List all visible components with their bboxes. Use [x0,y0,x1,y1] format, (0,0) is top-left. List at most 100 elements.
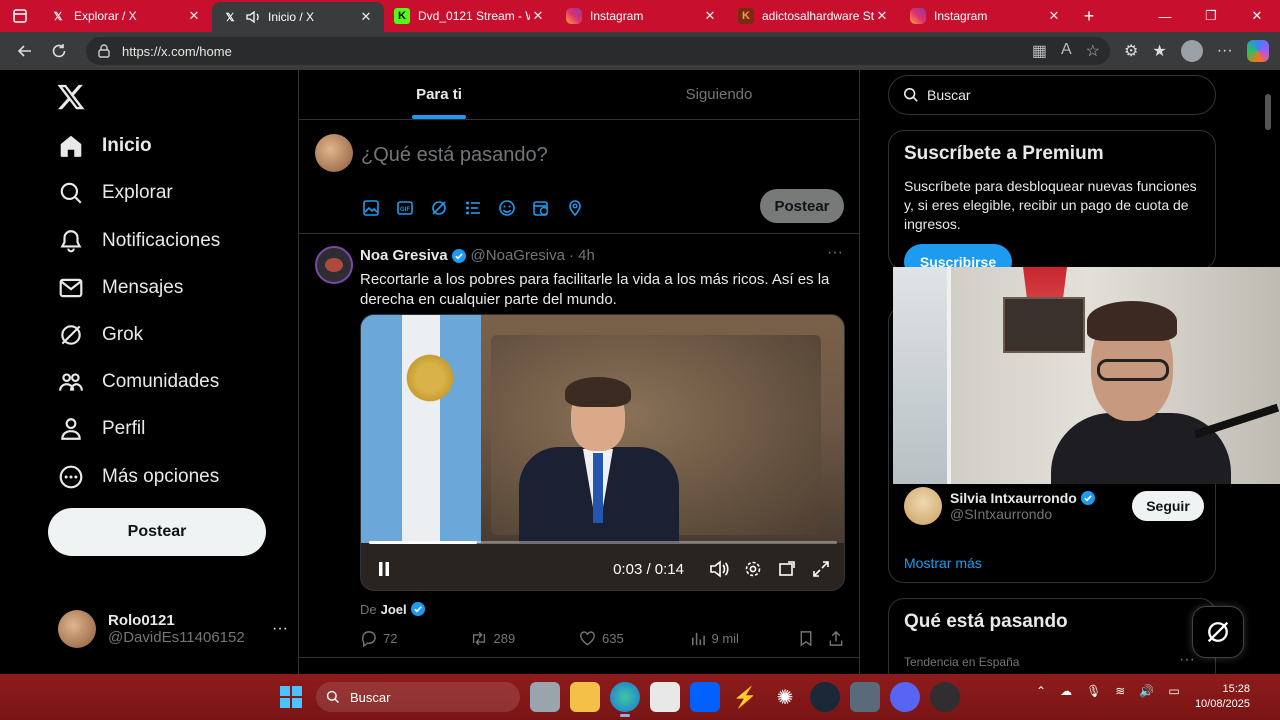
edge-icon[interactable] [610,682,640,717]
close-tab-icon[interactable]: ✕ [874,8,890,24]
favorites-icon[interactable]: ★ [1152,41,1166,61]
tab-para-ti[interactable]: Para ti [299,70,579,119]
profile-avatar[interactable] [1180,40,1203,62]
wifi-icon[interactable]: ≋ [1115,684,1125,698]
nav-item-grok[interactable]: Grok [58,315,143,355]
image-icon[interactable] [361,198,381,218]
close-tab-icon[interactable]: ✕ [702,8,718,24]
file-explorer-icon[interactable] [570,682,600,712]
back-button[interactable] [8,36,42,66]
more-dots-icon[interactable]: ··· [827,244,843,262]
close-window-icon[interactable]: ✕ [1234,0,1280,32]
reload-button[interactable] [42,36,76,66]
chevron-up-icon[interactable]: ⌃ [1036,684,1046,698]
browser-tab[interactable]: K Dvd_0121 Stream - Wa ✕ [384,0,556,32]
composer-post-button[interactable]: Postear [760,189,844,223]
post-button[interactable]: Postear [48,508,266,556]
pause-icon[interactable] [373,558,395,580]
tab-siguiendo[interactable]: Siguiendo [579,70,859,119]
copilot-icon[interactable] [1246,40,1269,62]
nav-item-mensajes[interactable]: Mensajes [58,268,183,308]
speaker-icon[interactable] [246,10,262,24]
chatgpt-icon[interactable]: ✺ [770,682,800,712]
obs-icon[interactable] [930,682,960,712]
battery-icon[interactable]: ▭ [1168,684,1179,698]
poll-icon[interactable] [463,198,483,218]
calculator-icon[interactable] [850,682,880,712]
schedule-icon[interactable] [531,198,551,218]
avatar[interactable] [315,246,353,284]
emoji-icon[interactable] [497,198,517,218]
close-tab-icon[interactable]: ✕ [186,8,202,24]
lightning-app-icon[interactable]: ⚡ [730,682,760,712]
tab-actions-button[interactable] [0,0,40,32]
close-tab-icon[interactable]: ✕ [1046,8,1062,24]
grok-icon[interactable] [429,198,449,218]
store-icon[interactable] [650,682,680,712]
settings-gear-icon[interactable] [742,558,764,580]
video-progress-bar[interactable] [369,541,837,544]
url-field[interactable]: https://x.com/home ▦ A ☆ [86,37,1110,65]
video-player[interactable]: 0:03 / 0:14 [360,314,845,591]
steam-icon[interactable] [810,682,840,712]
close-tab-icon[interactable]: ✕ [358,9,374,25]
tweet-time[interactable]: · 4h [569,247,595,264]
account-switcher[interactable]: Rolo0121 @DavidEs11406152 ··· [58,604,288,654]
gif-icon[interactable]: GIF [395,198,415,218]
fullscreen-icon[interactable] [810,558,832,580]
follow-button[interactable]: Seguir [1132,491,1204,521]
search-input[interactable]: Buscar [888,75,1216,115]
bookmark-icon[interactable] [798,630,814,647]
nav-item-comunidades[interactable]: Comunidades [58,362,219,402]
nav-item-inicio[interactable]: Inicio [58,126,152,166]
discord-icon[interactable] [890,682,920,712]
show-more-link[interactable]: Mostrar más [904,555,982,571]
nav-item-mas-opciones[interactable]: Más opciones [58,457,219,497]
repost-button[interactable]: 289 [470,630,580,647]
grok-floating-button[interactable] [1192,606,1244,658]
task-view-icon[interactable] [530,682,560,712]
nav-item-explorar[interactable]: Explorar [58,173,173,213]
minimize-icon[interactable]: — [1142,0,1188,32]
reply-button[interactable]: 72 [360,630,470,647]
avatar[interactable] [904,487,942,525]
apps-icon[interactable]: ▦ [1032,41,1047,61]
compose-input[interactable]: ¿Qué está pasando? [361,144,548,167]
close-tab-icon[interactable]: ✕ [530,8,546,24]
share-icon[interactable] [828,630,844,647]
source-name[interactable]: Joel [381,602,407,617]
microphone-icon[interactable]: 🎙 [1086,684,1101,698]
app-tray-icon[interactable]: ☁ [1060,684,1072,698]
author-handle[interactable]: @NoaGresiva [471,247,565,264]
volume-icon[interactable] [708,558,730,580]
pip-icon[interactable] [776,558,798,580]
location-icon[interactable] [565,198,585,218]
volume-icon[interactable]: 🔊 [1139,684,1154,698]
browser-tab[interactable]: 𝕏 Explorar / X ✕ [40,0,212,32]
favorite-star-icon[interactable]: ☆ [1086,41,1100,61]
follow-suggestion[interactable]: Silvia Intxaurrondo @SIntxaurrondo Segui… [904,484,1204,528]
browser-tab[interactable]: Instagram ✕ [900,0,1072,32]
x-logo[interactable] [56,82,86,112]
more-dots-icon[interactable]: ··· [1179,651,1195,669]
like-button[interactable]: 635 [579,630,689,647]
browser-tab[interactable]: Instagram ✕ [556,0,728,32]
windows-start-icon[interactable] [280,686,302,708]
author-name[interactable]: Noa Gresiva [360,247,448,264]
dropbox-icon[interactable] [690,682,720,712]
more-dots-icon[interactable]: ··· [272,620,288,638]
read-aloud-icon[interactable]: A [1061,41,1072,61]
nav-item-notificaciones[interactable]: Notificaciones [58,221,220,261]
restore-icon[interactable]: ❐ [1188,0,1234,32]
menu-dots-icon[interactable]: ··· [1217,42,1233,60]
extensions-icon[interactable]: ⚙ [1124,41,1138,61]
browser-tab[interactable]: K adictosalhardware Stre ✕ [728,0,900,32]
taskbar-search[interactable]: Buscar [316,682,520,712]
browser-tab-active[interactable]: 𝕏 Inicio / X ✕ [212,2,384,32]
page-scrollbar[interactable] [1264,70,1272,674]
nav-item-perfil[interactable]: Perfil [58,409,145,449]
views-button[interactable]: 9 mil [689,630,799,647]
new-tab-button[interactable]: + [1072,0,1106,32]
tweet[interactable]: Noa Gresiva @NoaGresiva · 4h ··· Recorta… [299,234,859,658]
taskbar-clock[interactable]: 15:28 10/08/2025 [1195,682,1250,712]
